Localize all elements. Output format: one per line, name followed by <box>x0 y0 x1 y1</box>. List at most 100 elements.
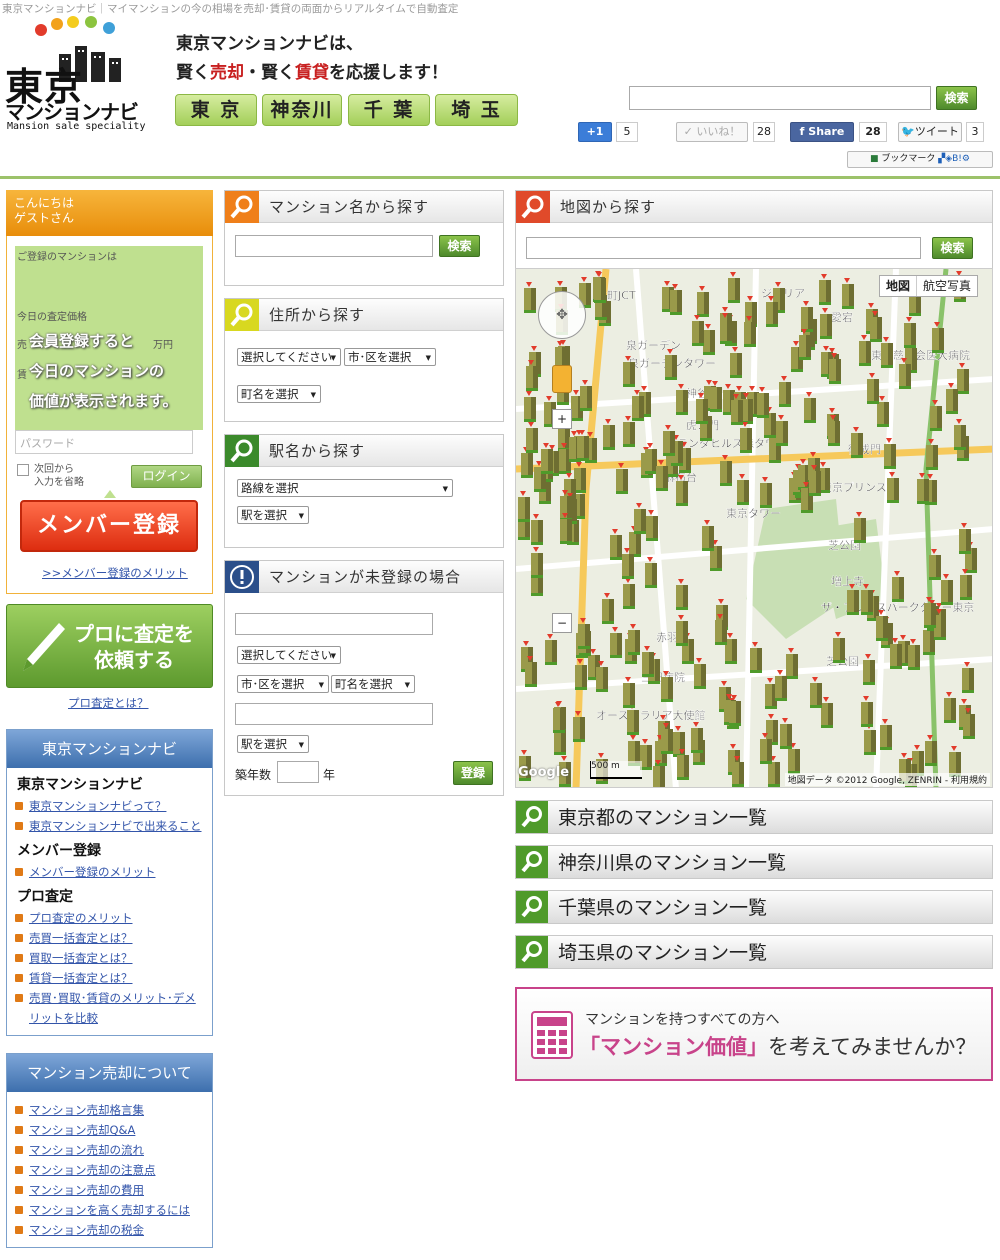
tweet-button[interactable]: 🐦ツイート <box>898 122 962 142</box>
nav-link[interactable]: 売買一括査定とは？ <box>7 928 212 948</box>
sale-link[interactable]: マンション売却格言集 <box>7 1100 212 1120</box>
nav-section-title: 東京マンションナビ <box>17 777 143 793</box>
address-search-panel: 住所から探す 選択してください 市･区を選択 町名を選択 <box>224 298 504 422</box>
unreg-city-select[interactable]: 市･区を選択 <box>237 675 329 693</box>
map-view[interactable]: 谷町JCT泉ガーデン泉ガーデンタワー神谷町虎ノ門オランダヒルズ森タワー麻布台東京… <box>515 268 993 788</box>
pen-icon <box>23 623 65 671</box>
zoom-in-button[interactable]: + <box>552 409 572 429</box>
speech-tail <box>104 490 116 498</box>
sale-link[interactable]: マンション売却の税金 <box>7 1220 212 1240</box>
check-icon: ✓ <box>683 125 697 138</box>
overlay-line3: 価値が表示されます。 <box>29 392 178 410</box>
map-type-map[interactable]: 地図 <box>880 276 918 296</box>
face-icon <box>51 18 63 30</box>
sale-link[interactable]: マンション売却の費用 <box>7 1180 212 1200</box>
map-place-label: 泉ガーデン <box>626 338 681 352</box>
nav-link[interactable]: 東京マンションナビで出来ること <box>7 816 212 836</box>
map-place-label: 東京タワー <box>726 506 781 520</box>
city-select[interactable]: 市･区を選択 <box>344 348 436 366</box>
member-register-button[interactable]: メンバー登録 <box>20 500 198 552</box>
site-nav-box: 東京マンションナビ 東京マンションナビ 東京マンションナビって？ 東京マンション… <box>6 729 213 1036</box>
overlay-line2: 今日のマンションの <box>29 362 165 380</box>
nav-link[interactable]: 買取一括査定とは？ <box>7 948 212 968</box>
station-search-title: 駅名から探す <box>225 435 503 467</box>
chiba-list-link[interactable]: 千葉県のマンション一覧 <box>515 890 993 924</box>
tagline: 東京マンションナビは、 賢く売却・賢く賃貸を応援します！ <box>176 30 448 88</box>
member-merit-link[interactable]: >>メンバー登録のメリット <box>42 565 188 581</box>
town-select[interactable]: 町名を選択 <box>237 385 321 403</box>
saitama-list-link[interactable]: 埼玉県のマンション一覧 <box>515 935 993 969</box>
map-type-aerial[interactable]: 航空写真 <box>917 276 977 296</box>
gplus-button[interactable]: +1 <box>578 122 612 142</box>
pan-control[interactable]: ✥ <box>538 291 586 339</box>
map-search-input[interactable] <box>526 237 921 259</box>
gplus-count: 5 <box>616 122 638 142</box>
line-select[interactable]: 路線を選択 <box>237 479 453 497</box>
facebook-share-button[interactable]: f Share <box>790 122 854 142</box>
register-button[interactable]: 登録 <box>453 761 493 785</box>
search-icon <box>516 191 550 223</box>
sell-label: 売 <box>17 340 27 351</box>
nav-link[interactable]: プロ査定のメリット <box>7 908 212 928</box>
calculator-icon <box>531 1011 573 1059</box>
like-button[interactable]: ✓ いいね！ <box>676 122 748 142</box>
nav-link[interactable]: 売買･買取･賃貸のメリット･デメ <box>7 988 212 1008</box>
unreg-station-select[interactable]: 駅を選択 <box>237 735 309 753</box>
nav-title: 東京マンションナビ <box>7 730 212 768</box>
like-count: 28 <box>753 122 775 142</box>
station-select[interactable]: 駅を選択 <box>237 506 309 524</box>
map-place-label: 愛宕 <box>831 310 853 324</box>
search-icon <box>225 191 259 223</box>
bookmark-icon: ■ <box>870 154 879 164</box>
sale-nav-box: マンション売却について マンション売却格言集 マンション売却Q&A マンション売… <box>6 1053 213 1248</box>
pref-chiba-button[interactable]: 千 葉 <box>348 94 430 126</box>
name-search-button[interactable]: 検索 <box>439 235 480 257</box>
unreg-town-select[interactable]: 町名を選択 <box>331 675 415 693</box>
kanagawa-list-link[interactable]: 神奈川県のマンション一覧 <box>515 845 993 879</box>
map-canvas[interactable]: 谷町JCT泉ガーデン泉ガーデンタワー神谷町虎ノ門オランダヒルズ森タワー麻布台東京… <box>516 269 993 788</box>
mansion-name-input[interactable] <box>235 235 433 257</box>
pro-what-link[interactable]: プロ査定とは？ <box>68 695 149 711</box>
map-place-label: 東京プリンスH <box>821 480 895 494</box>
mansion-value-banner[interactable]: マンションを持つすべての方へ 「マンション価値」を考えてみませんか？ <box>515 987 993 1081</box>
age-input[interactable] <box>277 761 319 783</box>
address-detail-input[interactable] <box>235 703 433 725</box>
pref-saitama-button[interactable]: 埼 玉 <box>435 94 518 126</box>
site-search-button[interactable]: 検索 <box>936 86 977 110</box>
pro-assessment-button[interactable]: プロに査定を 依頼する <box>6 604 213 688</box>
tweet-count: 3 <box>966 122 984 142</box>
bookmark-service-icons: ▞◈B!⚙ <box>938 154 970 164</box>
registered-label: ご登録のマンションは <box>17 252 117 263</box>
pref-tokyo-button[interactable]: 東 京 <box>175 94 257 126</box>
new-mansion-name-input[interactable] <box>235 613 433 635</box>
street-view-icon[interactable] <box>552 365 572 393</box>
map-copyright: 地図データ ©2012 Google, ZENRIN - 利用規約 <box>784 773 990 786</box>
login-button[interactable]: ログイン <box>131 465 202 488</box>
sale-link[interactable]: マンション売却の流れ <box>7 1140 212 1160</box>
site-search-input[interactable] <box>629 86 931 110</box>
prefecture-select[interactable]: 選択してください <box>237 348 341 366</box>
nav-link[interactable]: 賃貸一括査定とは？ <box>7 968 212 988</box>
nav-section-title: メンバー登録 <box>17 843 101 859</box>
age-label: 築年数 <box>235 768 272 782</box>
sale-link[interactable]: マンションを高く売却するには <box>7 1200 212 1220</box>
nav-link-continued[interactable]: リットを比較 <box>7 1008 212 1028</box>
unreg-prefecture-select[interactable]: 選択してください <box>237 646 341 664</box>
pref-kanagawa-button[interactable]: 神奈川 <box>262 94 342 126</box>
name-search-title: マンション名から探す <box>225 191 503 223</box>
remember-checkbox[interactable] <box>17 464 29 476</box>
bookmark-buttons[interactable]: ■ ブックマーク ▞◈B!⚙ <box>847 151 993 168</box>
rent-label: 賃 <box>17 370 27 381</box>
map-search-button[interactable]: 検索 <box>932 237 973 259</box>
tokyo-list-link[interactable]: 東京都のマンション一覧 <box>515 800 993 834</box>
site-logo[interactable]: 東京 マンションナビ Mansion sale speciality <box>5 16 165 138</box>
nav-link[interactable]: メンバー登録のメリット <box>7 862 212 882</box>
nav-section-title: プロ査定 <box>17 889 73 905</box>
password-field[interactable]: パスワード <box>15 430 193 454</box>
zoom-out-button[interactable]: − <box>552 613 572 633</box>
share-count: 28 <box>859 122 887 142</box>
nav-link[interactable]: 東京マンションナビって？ <box>7 796 212 816</box>
sale-link[interactable]: マンション売却Q&A <box>7 1120 212 1140</box>
sale-link[interactable]: マンション売却の注意点 <box>7 1160 212 1180</box>
name-search-panel: マンション名から探す 検索 <box>224 190 504 286</box>
